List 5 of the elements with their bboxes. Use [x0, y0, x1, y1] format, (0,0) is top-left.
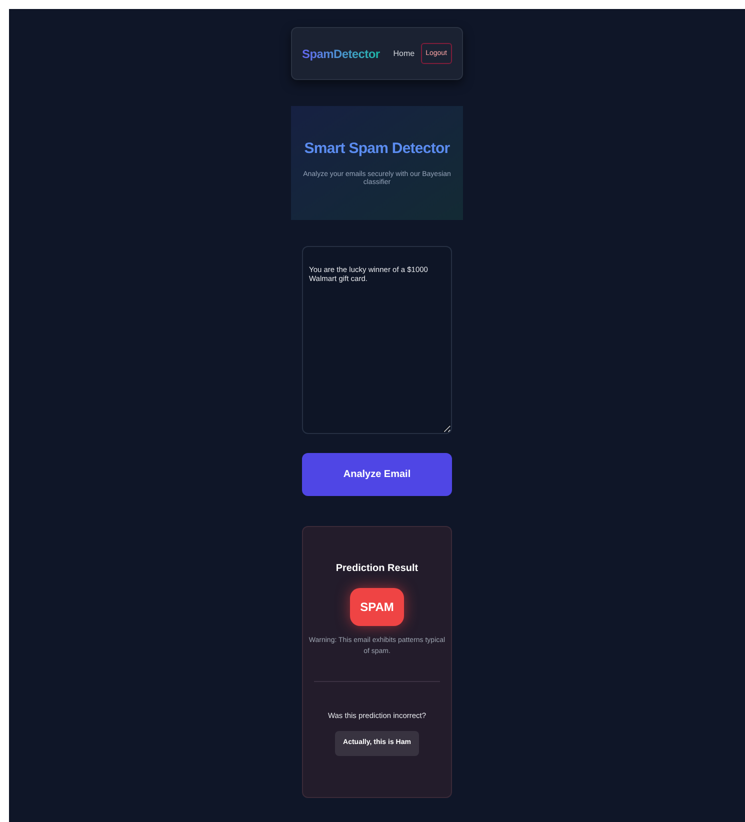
result-title: Prediction Result [336, 562, 418, 576]
analyze-button[interactable]: Analyze Email [302, 453, 452, 496]
hero-title: Smart Spam Detector [304, 139, 450, 159]
prediction-badge: SPAM [350, 588, 404, 626]
home-link[interactable]: Home [393, 48, 415, 60]
